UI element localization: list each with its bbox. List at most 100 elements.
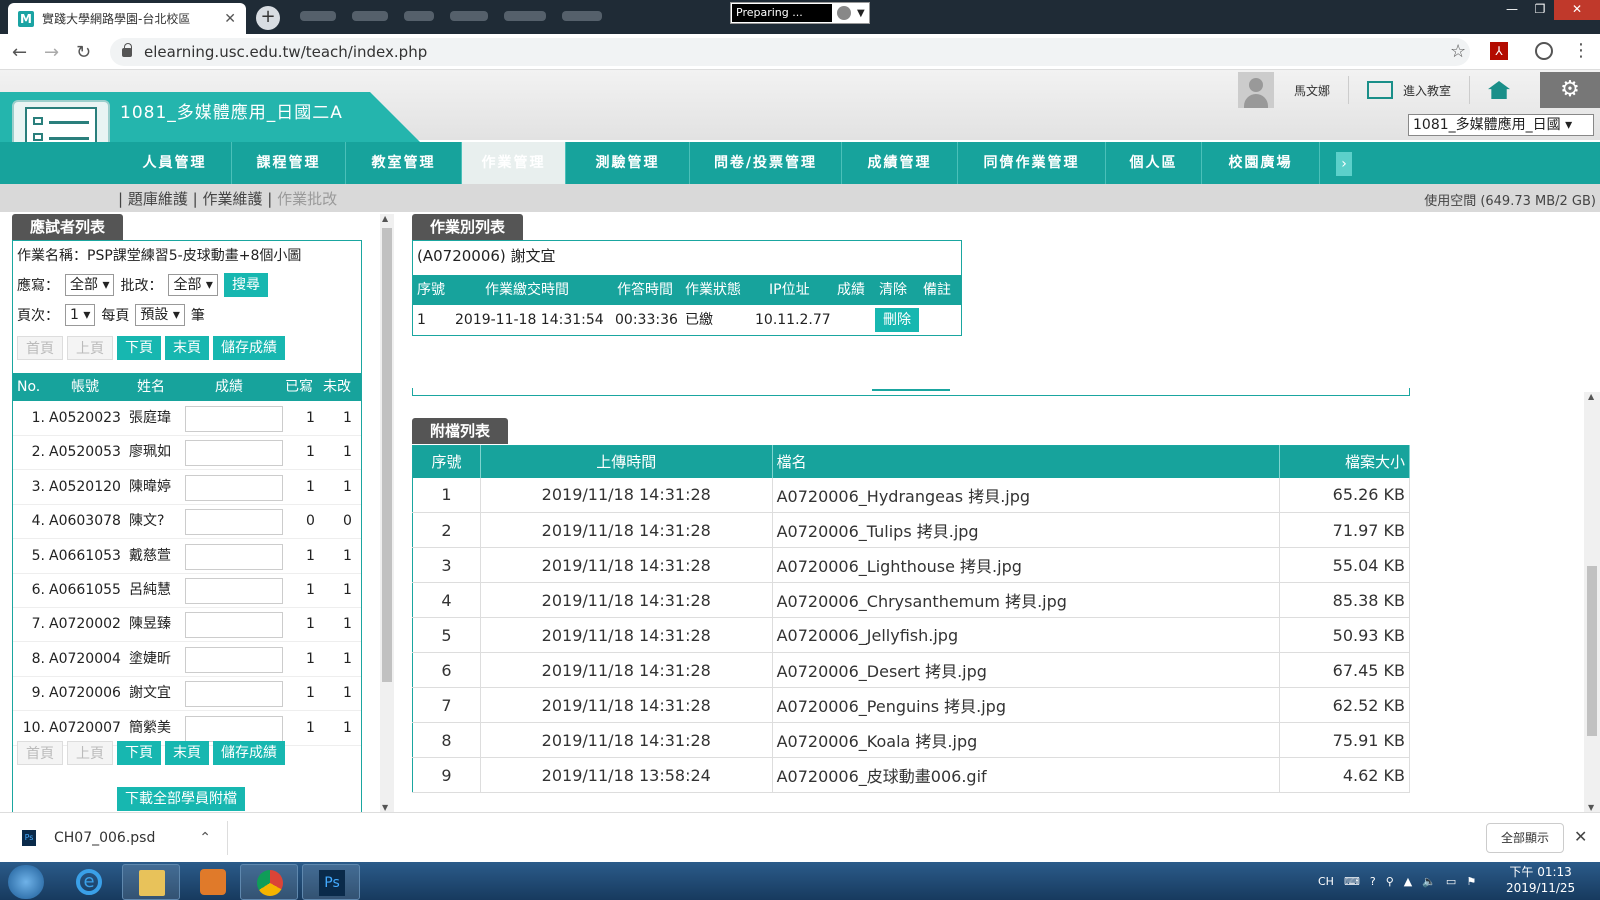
network-icon[interactable]: ▭ — [1446, 875, 1456, 888]
file-name[interactable]: A0720006_Hydrangeas 拷貝.jpg — [772, 477, 1281, 513]
next-page-button[interactable]: 下頁 — [117, 336, 161, 360]
nav-grades[interactable]: 成績管理 — [842, 142, 958, 184]
score-input[interactable] — [185, 406, 283, 432]
file-name[interactable]: A0720006_Desert 拷貝.jpg — [772, 652, 1281, 688]
prev-page-button[interactable]: 上頁 — [67, 336, 113, 360]
home-icon[interactable] — [1488, 81, 1511, 99]
start-button-icon[interactable] — [8, 865, 44, 899]
user-name[interactable]: 馬文娜 — [1294, 82, 1330, 99]
nav-classroom[interactable]: 教室管理 — [346, 142, 462, 184]
score-input[interactable] — [185, 715, 283, 742]
back-icon[interactable]: ← — [12, 42, 27, 63]
tray-expand-icon[interactable]: ▲ — [1404, 875, 1412, 888]
file-name[interactable]: A0720006_Koala 拷貝.jpg — [772, 722, 1281, 758]
nav-course[interactable]: 課程管理 — [232, 142, 346, 184]
explorer-taskbar-icon[interactable] — [122, 864, 180, 900]
nav-assignment[interactable]: 作業管理 — [462, 142, 566, 184]
download-all-attachments-button[interactable]: 下載全部學員附檔 — [117, 787, 245, 811]
help-icon[interactable]: ? — [1370, 875, 1376, 888]
nav-peer-assignment[interactable]: 同儕作業管理 — [958, 142, 1106, 184]
scroll-thumb[interactable] — [382, 228, 392, 682]
file-name[interactable]: A0720006_Lighthouse 拷貝.jpg — [772, 547, 1281, 583]
close-download-bar-icon[interactable]: ✕ — [1574, 827, 1587, 846]
filter-write-select[interactable]: 全部 ▾ — [65, 274, 115, 296]
taskbar-clock[interactable]: 下午 01:13 2019/11/25 — [1506, 864, 1575, 896]
flag-icon[interactable]: ⚑ — [1466, 875, 1476, 888]
dropdown-arrow-icon[interactable]: ▼ — [857, 8, 865, 19]
score-input[interactable] — [185, 646, 283, 673]
keyboard-icon[interactable]: ⌨ — [1344, 875, 1360, 888]
splitter-handle[interactable] — [872, 389, 950, 391]
browser-tab[interactable]: M 實踐大學網路學園-台北校區 ✕ — [8, 3, 246, 34]
minimize-icon[interactable]: — — [1498, 0, 1526, 20]
first-page-button-bottom[interactable]: 首頁 — [17, 741, 63, 765]
delete-button[interactable]: 刪除 — [875, 308, 919, 332]
classroom-icon[interactable] — [1367, 81, 1394, 99]
media-player-taskbar-icon[interactable] — [184, 864, 242, 900]
left-scrollbar[interactable]: ▲ ▼ — [380, 214, 394, 812]
file-name[interactable]: A0720006_Penguins 拷貝.jpg — [772, 687, 1281, 723]
page-scrollbar[interactable]: ▲ ▼ — [1584, 392, 1600, 812]
chevron-up-icon[interactable]: ⌃ — [199, 830, 211, 846]
avatar[interactable] — [1238, 72, 1274, 108]
score-input[interactable] — [185, 543, 283, 570]
save-grades-button[interactable]: 儲存成績 — [213, 336, 285, 360]
nav-personal[interactable]: 個人區 — [1106, 142, 1202, 184]
gear-icon[interactable]: ⚙ — [1540, 72, 1600, 108]
scroll-thumb[interactable] — [1587, 566, 1597, 736]
nav-exam[interactable]: 測驗管理 — [566, 142, 690, 184]
last-page-button-bottom[interactable]: 末頁 — [165, 741, 209, 765]
nav-personnel[interactable]: 人員管理 — [118, 142, 232, 184]
chrome-taskbar-icon[interactable] — [240, 864, 298, 900]
new-tab-button[interactable]: + — [256, 6, 280, 30]
page-select[interactable]: 1 ▾ — [65, 304, 96, 326]
subnav-assignment-maintenance[interactable]: 作業維護 — [202, 190, 262, 208]
volume-icon[interactable]: 🔈 — [1422, 875, 1436, 888]
search-button[interactable]: 搜尋 — [223, 273, 268, 297]
filter-grade-select[interactable]: 全部 ▾ — [168, 274, 218, 296]
url-field[interactable]: elearning.usc.edu.tw/teach/index.php — [110, 38, 1470, 66]
score-input[interactable] — [185, 578, 283, 604]
score-input[interactable] — [185, 612, 283, 639]
score-input[interactable] — [185, 681, 283, 708]
scroll-down-arrow-icon[interactable]: ▼ — [382, 803, 388, 812]
nav-campus-plaza[interactable]: 校園廣場 — [1202, 142, 1320, 184]
per-page-select[interactable]: 預設 ▾ — [135, 304, 185, 326]
pdf-extension-icon[interactable]: ⅄ — [1490, 42, 1508, 60]
file-name[interactable]: A0720006_Jellyfish.jpg — [772, 617, 1281, 653]
file-name[interactable]: A0720006_Chrysanthemum 拷貝.jpg — [772, 582, 1281, 618]
course-select[interactable]: 1081_多媒體應用_日國 ▾ — [1408, 114, 1594, 136]
first-page-button[interactable]: 首頁 — [17, 336, 63, 360]
save-grades-button-bottom[interactable]: 儲存成績 — [213, 741, 285, 765]
tab-close-icon[interactable]: ✕ — [224, 11, 236, 27]
subnav-question-bank[interactable]: 題庫維護 — [128, 190, 188, 208]
reload-icon[interactable]: ↻ — [76, 42, 91, 63]
score-input[interactable] — [185, 474, 283, 501]
record-icon[interactable] — [837, 6, 851, 20]
scroll-down-arrow-icon[interactable]: ▼ — [1588, 803, 1594, 812]
subnav-assignment-grading[interactable]: 作業批改 — [277, 190, 337, 208]
enter-classroom-link[interactable]: 進入教室 — [1403, 82, 1451, 99]
download-item[interactable]: Ps CH07_006.psd ⌃ — [14, 821, 228, 855]
scroll-up-arrow-icon[interactable]: ▲ — [382, 214, 388, 223]
score-input[interactable] — [185, 440, 283, 467]
language-indicator[interactable]: CH — [1318, 875, 1334, 888]
forward-icon[interactable]: → — [44, 42, 59, 63]
scroll-up-arrow-icon[interactable]: ▲ — [1588, 392, 1594, 401]
next-page-button-bottom[interactable]: 下頁 — [117, 741, 161, 765]
bookmark-star-icon[interactable]: ☆ — [1450, 41, 1466, 62]
file-name[interactable]: A0720006_皮球動畫006.gif — [772, 757, 1281, 793]
nav-more-chevron-icon[interactable]: › — [1336, 152, 1352, 176]
ie-taskbar-icon[interactable]: e — [60, 864, 118, 900]
last-page-button[interactable]: 末頁 — [165, 336, 209, 360]
file-name[interactable]: A0720006_Tulips 拷貝.jpg — [772, 512, 1281, 548]
score-input[interactable] — [185, 509, 283, 536]
browser-menu-icon[interactable]: ⋮ — [1572, 40, 1590, 61]
photoshop-taskbar-icon[interactable]: Ps — [302, 864, 360, 900]
show-all-downloads-button[interactable]: 全部顯示 — [1486, 823, 1564, 853]
window-close-icon[interactable]: ✕ — [1554, 0, 1600, 20]
restore-icon[interactable]: ❐ — [1526, 0, 1554, 20]
account-icon[interactable] — [1535, 42, 1553, 60]
ime-icon[interactable]: ⚲ — [1386, 875, 1394, 888]
prev-page-button-bottom[interactable]: 上頁 — [67, 741, 113, 765]
